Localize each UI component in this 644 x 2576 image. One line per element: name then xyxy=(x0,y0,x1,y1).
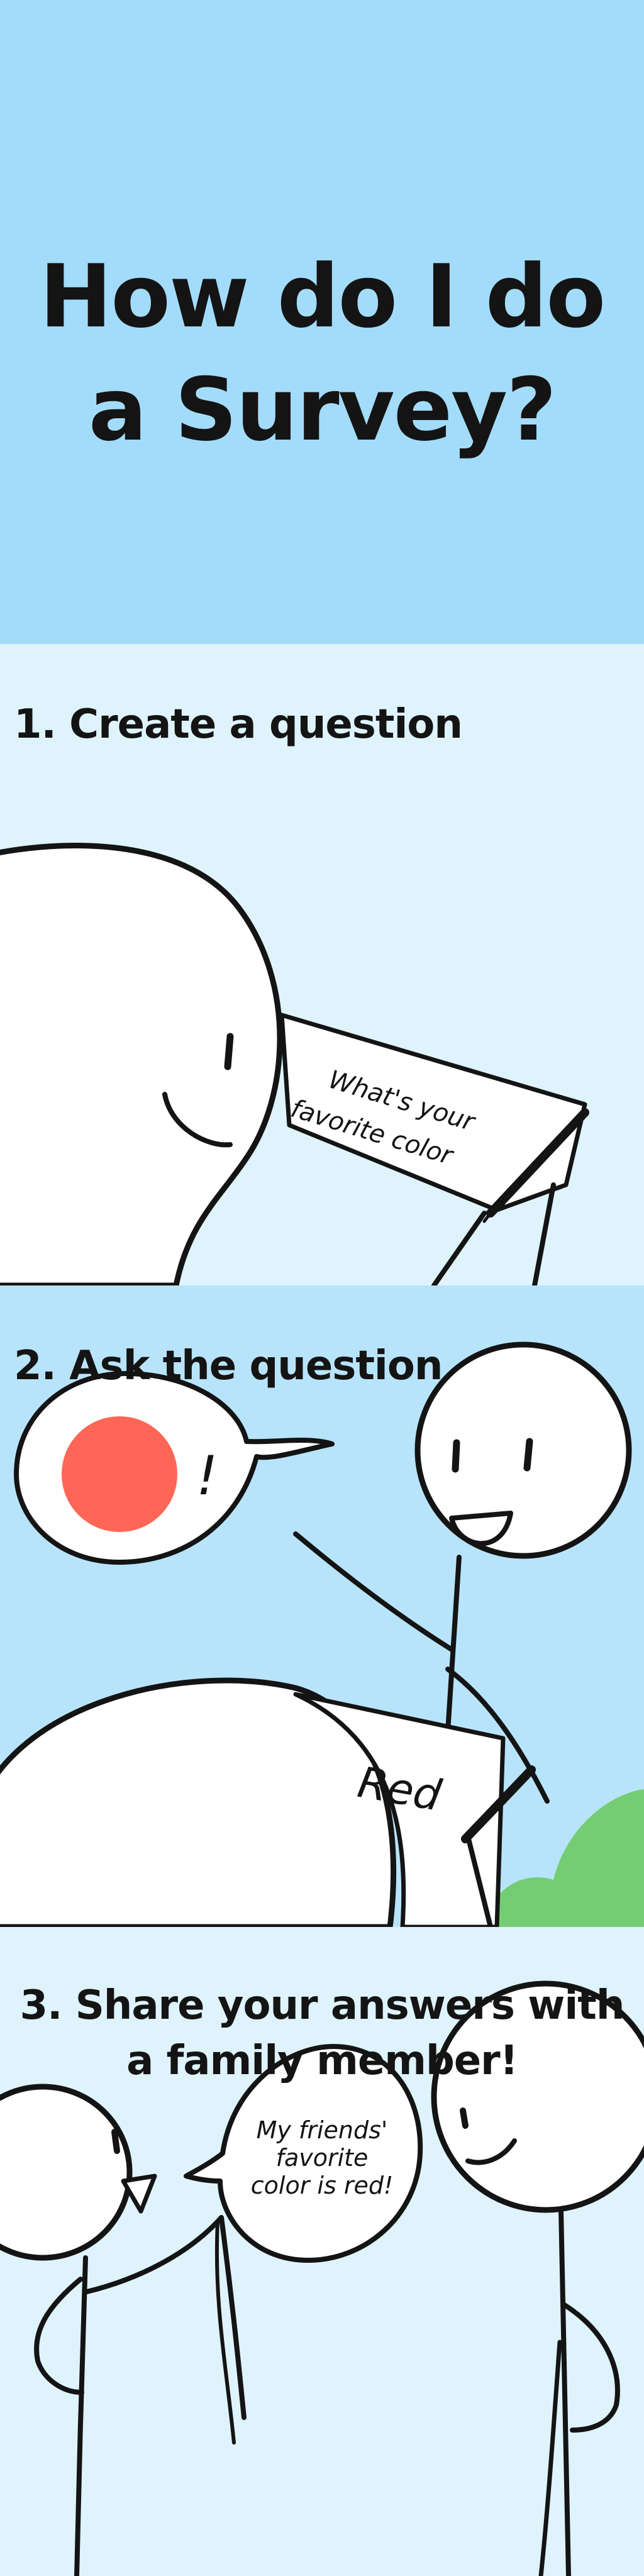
exclaim-mark: ! xyxy=(196,1445,218,1507)
red-color-dot xyxy=(62,1416,177,1532)
friend-arm-raised xyxy=(293,1531,455,1653)
bubble-line-3: color is red! xyxy=(251,2172,393,2199)
page-title: How do I do a Survey? xyxy=(0,240,644,467)
bush xyxy=(484,1789,644,1927)
step-2-heading: 2. Ask the question xyxy=(14,1343,443,1390)
family-member-body xyxy=(558,2207,571,2576)
person-eye xyxy=(224,1033,234,1070)
person-head-large xyxy=(0,842,283,1285)
family-member-eye xyxy=(460,2107,469,2129)
friend-head xyxy=(414,1341,632,1559)
step-2-panel: ! Red 2. Ask the question xyxy=(0,1285,644,1927)
child-arm-left xyxy=(34,2277,84,2395)
child-eye xyxy=(111,2129,120,2154)
step-3-panel: My friends' favorite color is red! 3. Sh… xyxy=(0,1927,644,2576)
paper-stand-left xyxy=(431,1211,487,1285)
title-line-1: How do I do xyxy=(39,246,606,348)
paper-stand-right xyxy=(532,1182,556,1285)
friend-eye-right xyxy=(523,1438,533,1472)
step-1-heading: 1. Create a question xyxy=(14,701,463,748)
child-head xyxy=(0,2084,133,2261)
step-3-heading-line-1: 3. Share your answers with xyxy=(19,1982,625,2029)
title-panel: How do I do a Survey? xyxy=(0,0,644,644)
step-3-heading-line-2: a family member! xyxy=(126,2038,518,2085)
child-body xyxy=(74,2255,88,2576)
bubble-line-2: favorite xyxy=(276,2144,369,2172)
friend-body xyxy=(444,1555,462,1753)
family-member-arm xyxy=(561,2302,620,2433)
title-line-2: a Survey? xyxy=(88,359,557,461)
bubble-line-1: My friends' xyxy=(257,2116,388,2144)
step-1-panel: What's your favorite color 1. Create a q… xyxy=(0,644,644,1285)
friend-eye-left xyxy=(452,1439,460,1473)
step-3-heading: 3. Share your answers with a family memb… xyxy=(0,1978,644,2089)
